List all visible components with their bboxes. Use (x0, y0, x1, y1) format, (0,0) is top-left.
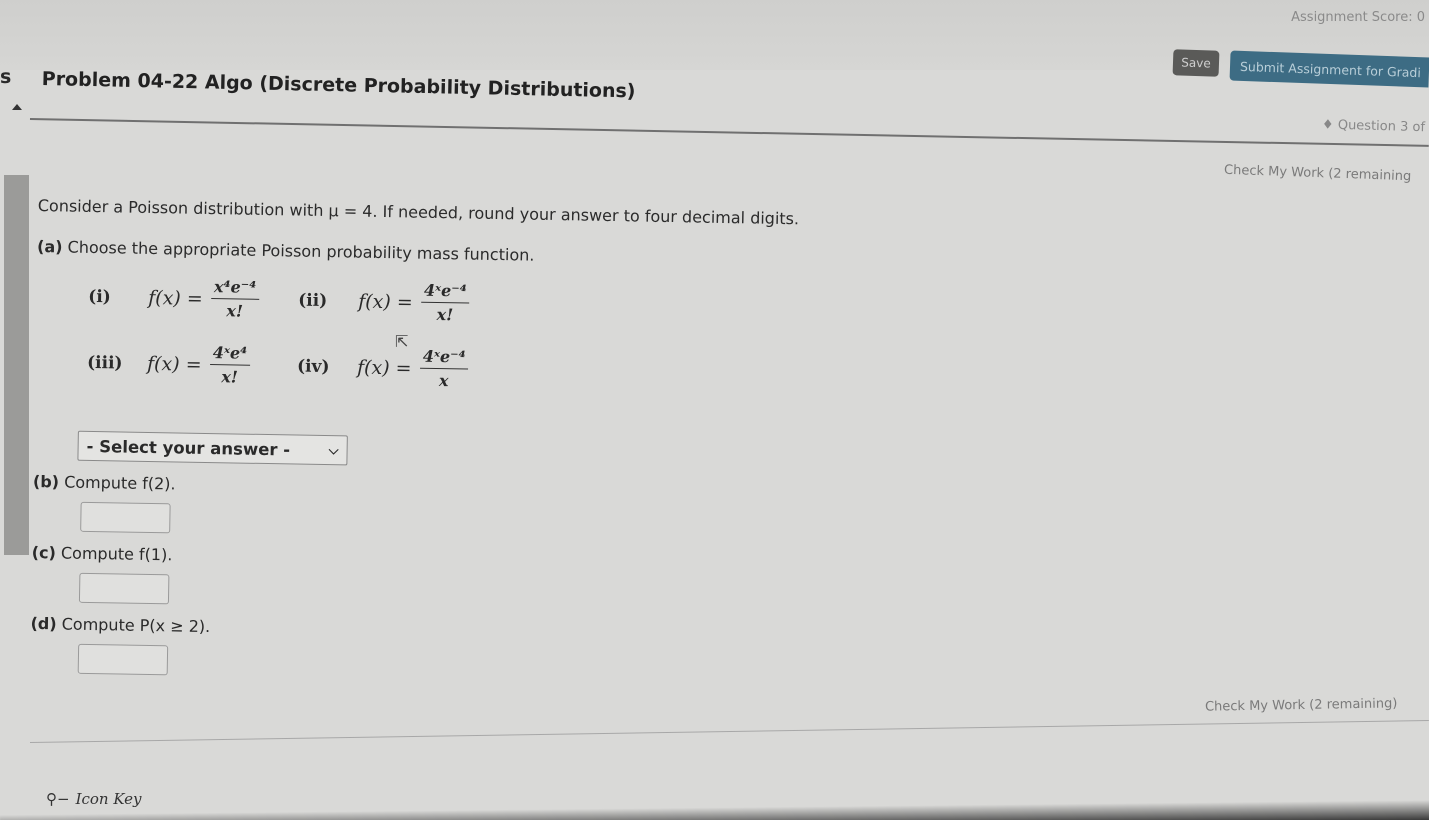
part-d-label: (d) (30, 613, 57, 634)
save-button[interactable]: Save (1172, 49, 1220, 77)
pmf-select-dropdown[interactable]: - Select your answer - ⌵ (77, 430, 348, 466)
option-ii: (ii) f(x) = 4ˣe⁻⁴ x! (298, 279, 470, 325)
option-lhs: f(x) = (358, 290, 413, 314)
problem-content: Consider a Poisson distribution with μ =… (30, 196, 1138, 692)
submit-assignment-button[interactable]: Submit Assignment for Gradi (1229, 50, 1429, 88)
scrollbar[interactable] (4, 175, 29, 555)
part-c-answer-input[interactable] (78, 572, 170, 605)
footer-divider (30, 720, 1429, 743)
fraction-denominator: x! (436, 304, 454, 325)
screen-edge-shadow (0, 800, 1429, 820)
left-nav-fragment: s (0, 66, 12, 88)
select-value: - Select your answer - (86, 436, 291, 459)
fraction-denominator: x! (226, 301, 244, 321)
option-number: (iii) (86, 352, 123, 373)
option-fraction: x⁴e⁻⁴ x! (210, 277, 260, 321)
part-d-answer-input[interactable] (77, 643, 169, 676)
title-divider (29, 118, 1429, 147)
chevron-down-icon: ⌵ (328, 442, 339, 458)
part-b-label: (b) (32, 471, 60, 492)
fraction-numerator: 4ˣe⁴ (209, 343, 251, 366)
option-number: (iv) (296, 356, 330, 377)
icon-key-link[interactable]: ⚲− Icon Key (46, 790, 142, 808)
option-fraction: 4ˣe⁴ x! (209, 343, 251, 387)
part-b-answer-input[interactable] (80, 501, 171, 534)
part-a-text: Choose the appropriate Poisson probabili… (67, 237, 535, 265)
problem-intro: Consider a Poisson distribution with μ =… (37, 196, 800, 229)
problem-title: Problem 04-22 Algo (Discrete Probability… (41, 68, 636, 103)
fraction-numerator: 4ˣe⁻⁴ (419, 346, 469, 370)
part-d-prompt: (d) Compute P(x ≥ 2). (30, 614, 1130, 652)
part-a-prompt: (a) Choose the appropriate Poisson proba… (37, 237, 1137, 275)
option-iv: (iv) f(x) = 4ˣe⁻⁴ x (297, 345, 469, 391)
fraction-denominator: x (438, 371, 449, 391)
fraction-numerator: x⁴e⁻⁴ (210, 277, 260, 300)
fraction-denominator: x! (221, 367, 239, 387)
option-iii: (iii) f(x) = 4ˣe⁴ x! (87, 341, 251, 387)
part-b-prompt: (b) Compute f(2). (33, 472, 1133, 510)
part-c-label: (c) (31, 542, 57, 563)
part-a-label: (a) (36, 236, 63, 257)
part-d-text: Compute P(x ≥ 2). (61, 614, 211, 637)
option-lhs: f(x) = (148, 286, 203, 310)
pmf-options: (i) f(x) = x⁴e⁻⁴ x! (ii) f(x) = 4ˣe⁻⁴ x!… (34, 274, 537, 433)
option-lhs: f(x) = (356, 356, 412, 380)
mouse-cursor-icon: ⇱ (395, 332, 409, 351)
option-number: (i) (88, 286, 111, 307)
option-lhs: f(x) = (146, 352, 202, 376)
fraction-numerator: 4ˣe⁻⁴ (420, 280, 470, 304)
part-c-text: Compute f(1). (60, 543, 173, 565)
part-b-text: Compute f(2). (64, 472, 176, 494)
assignment-score: Assignment Score: 0 (1291, 10, 1425, 25)
option-number: (ii) (298, 290, 328, 311)
triangle-up-icon[interactable] (12, 104, 22, 110)
question-nav[interactable]: ♦ Question 3 of 3 (1322, 117, 1429, 135)
check-my-work-link-top[interactable]: Check My Work (2 remaining (1224, 163, 1412, 185)
option-fraction: 4ˣe⁻⁴ x (419, 346, 469, 391)
icon-key-label: Icon Key (75, 790, 142, 808)
option-i: (i) f(x) = x⁴e⁻⁴ x! (88, 275, 260, 321)
key-icon: ⚲− (46, 790, 70, 808)
option-fraction: 4ˣe⁻⁴ x! (420, 280, 470, 325)
part-c-prompt: (c) Compute f(1). (32, 543, 1132, 581)
check-my-work-link-bottom[interactable]: Check My Work (2 remaining) (1205, 696, 1398, 714)
